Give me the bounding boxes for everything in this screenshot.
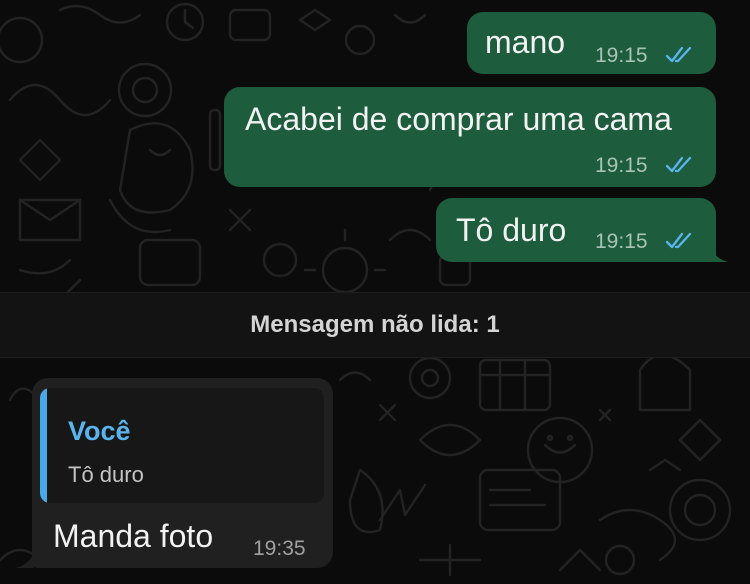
outgoing-message[interactable]: Tô duro 19:15 — [436, 198, 716, 262]
unread-divider: Mensagem não lida: 1 — [0, 292, 750, 358]
double-check-read-icon — [665, 232, 692, 249]
message-text: Manda foto — [53, 518, 214, 554]
unread-label: Mensagem não lida: 1 — [250, 311, 500, 338]
quote-author: Você — [68, 416, 131, 446]
incoming-message[interactable]: Você Tô duro Manda foto 19:35 — [32, 378, 333, 568]
outgoing-message[interactable]: mano 19:15 — [467, 12, 716, 74]
double-check-read-icon — [665, 156, 692, 173]
message-time: 19:15 — [595, 44, 648, 67]
bubble-tail — [710, 246, 728, 262]
message-time: 19:15 — [595, 154, 648, 177]
double-check-read-icon — [665, 46, 692, 63]
quoted-message[interactable]: Você Tô duro — [40, 388, 324, 503]
message-text: mano — [485, 24, 566, 60]
quote-accent-bar — [40, 388, 47, 503]
message-time: 19:35 — [253, 537, 306, 560]
message-time: 19:15 — [595, 230, 648, 253]
message-text: Acabei de comprar uma cama — [245, 101, 672, 137]
message-text: Tô duro — [456, 212, 567, 248]
outgoing-message[interactable]: Acabei de comprar uma cama 19:15 — [224, 87, 716, 187]
quote-text: Tô duro — [68, 462, 144, 487]
bubble-tail — [16, 552, 34, 568]
